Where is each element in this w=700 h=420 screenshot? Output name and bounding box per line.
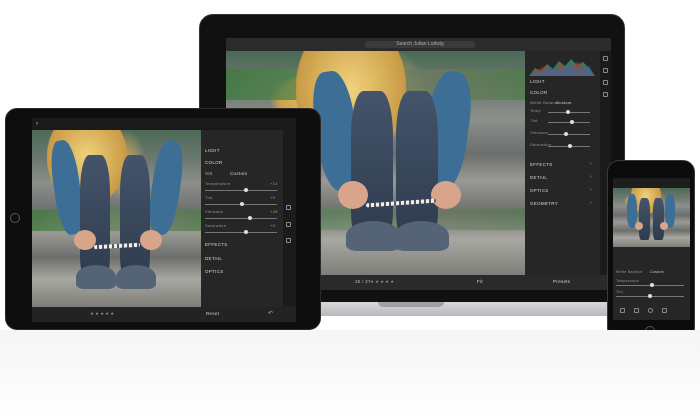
tablet-tint-label: Tint (205, 195, 213, 200)
laptop-search-input[interactable]: Search Julian Ludwig (365, 41, 475, 48)
tablet-top-bar (32, 118, 296, 130)
tablet-vibrance-slider[interactable] (205, 218, 277, 219)
saturation-slider-knob[interactable] (568, 144, 572, 148)
chevron-right-icon: › (590, 174, 592, 180)
adjust-tool-icon[interactable] (286, 205, 291, 210)
section-geometry[interactable]: GEOMETRY (530, 201, 558, 206)
phone-tint-label: Tint (616, 290, 623, 294)
chevron-right-icon: › (590, 187, 592, 193)
phone-temp-label: Temperature (616, 279, 639, 283)
phone-wb-select[interactable]: Custom (650, 270, 664, 274)
chevron-right-icon: › (590, 200, 592, 206)
tablet-vibrance-label: Vibrance (205, 209, 224, 214)
tablet-temp-slider[interactable] (205, 190, 277, 191)
tablet-tint-knob[interactable] (240, 202, 244, 206)
chevron-right-icon: › (590, 161, 592, 167)
tint-slider[interactable] (548, 122, 590, 123)
tablet-bottom-bar (32, 307, 296, 322)
tablet-photo (32, 130, 201, 307)
tablet-temp-knob[interactable] (244, 188, 248, 192)
phone-wb-label: White Balance (616, 270, 643, 274)
undo-icon[interactable]: ↶ (268, 310, 273, 317)
phone-photo (613, 188, 690, 247)
temp-slider-knob[interactable] (566, 110, 570, 114)
crop-tool-icon[interactable] (286, 238, 291, 243)
brush-tool-icon[interactable] (286, 222, 291, 227)
fit-zoom-button[interactable]: Fit (477, 279, 483, 284)
phone-light-tool-icon[interactable] (620, 308, 625, 313)
white-balance-select[interactable]: Custom (556, 100, 572, 105)
vibrance-slider-knob[interactable] (564, 132, 568, 136)
phone-color-tool-icon[interactable] (634, 308, 639, 313)
brush-tool-icon[interactable] (603, 80, 608, 85)
tablet-section-effects[interactable]: EFFECTS (205, 242, 228, 247)
slider-label-vibrance: Vibrance (530, 130, 549, 135)
gradient-tool-icon[interactable] (603, 92, 608, 97)
tablet-light-label[interactable]: LIGHT (205, 148, 220, 153)
section-optics[interactable]: OPTICS (530, 188, 549, 193)
panel-color-label[interactable]: COLOR (530, 90, 548, 95)
product-shot: Search Julian Ludwig LIGHT COLOR White B… (0, 0, 700, 420)
tablet-temp-label: Temperature (205, 181, 231, 186)
edit-tool-icon[interactable] (603, 68, 608, 73)
star-rating[interactable]: ★★★★★ (370, 279, 395, 285)
tablet-section-detail[interactable]: DETAIL (205, 256, 222, 261)
tablet-home-button[interactable] (10, 213, 20, 223)
tablet-saturation-label: Saturation (205, 223, 227, 228)
floor (0, 330, 700, 420)
tablet-saturation-slider[interactable] (205, 232, 277, 233)
back-arrow-icon[interactable]: ‹ (36, 121, 38, 127)
tablet-section-optics[interactable]: OPTICS (205, 269, 224, 274)
tablet-tool-strip (283, 130, 296, 310)
tablet-edit-panel (201, 130, 283, 310)
tablet-color-label[interactable]: COLOR (205, 160, 223, 165)
section-effects[interactable]: EFFECTS (530, 162, 553, 167)
tablet-saturation-value: +9 (270, 223, 276, 228)
crop-tool-icon[interactable] (603, 56, 608, 61)
tint-slider-knob[interactable] (570, 120, 574, 124)
tablet-reset-button[interactable]: Reset (206, 311, 219, 316)
tablet-wb-label: WB (205, 171, 213, 176)
tablet-star-rating[interactable]: ★★★★★ (90, 311, 115, 317)
phone-tint-knob[interactable] (648, 294, 652, 298)
panel-light-label[interactable]: LIGHT (530, 79, 545, 84)
tablet-tint-value: +5 (270, 195, 276, 200)
slider-label-temp: Temp (530, 108, 541, 113)
tablet-vibrance-knob[interactable] (248, 216, 252, 220)
photo-counter: 25 / 27 (355, 279, 371, 284)
tablet-wb-select[interactable]: Custom (230, 171, 247, 176)
tablet-saturation-knob[interactable] (244, 230, 248, 234)
vibrance-slider[interactable] (548, 134, 590, 135)
tablet-vibrance-value: +28 (270, 209, 278, 214)
histogram (529, 59, 595, 76)
laptop-notch (378, 302, 444, 307)
slider-label-tint: Tint (530, 118, 538, 123)
phone-temp-knob[interactable] (650, 283, 654, 287)
tablet-temp-value: +14 (270, 181, 278, 186)
presets-button[interactable]: Presets (553, 279, 570, 284)
phone-effects-tool-icon[interactable] (648, 308, 653, 313)
phone-detail-tool-icon[interactable] (662, 308, 667, 313)
section-detail[interactable]: DETAIL (530, 175, 547, 180)
